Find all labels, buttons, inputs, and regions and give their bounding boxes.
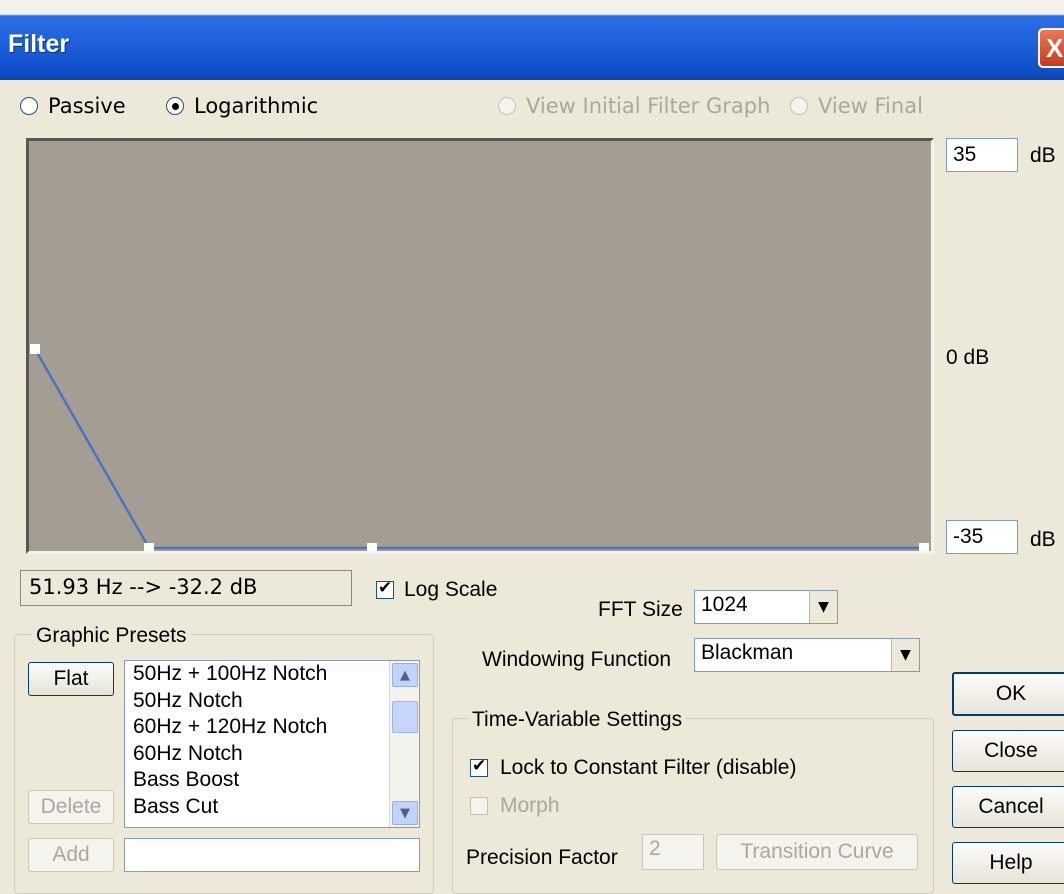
help-button[interactable]: Help — [952, 842, 1064, 884]
preset-name-input[interactable] — [124, 838, 420, 872]
top-db-unit: dB — [1030, 144, 1056, 167]
top-db-input[interactable] — [946, 138, 1018, 172]
graphic-presets-label: Graphic Presets — [32, 624, 191, 648]
flat-button[interactable]: Flat — [28, 662, 114, 696]
zero-db-label: 0 dB — [946, 346, 990, 369]
windowing-function-value: Blackman — [701, 641, 794, 664]
curve-handle[interactable] — [367, 543, 377, 551]
passive-radio-indicator[interactable] — [20, 97, 38, 115]
delete-button: Delete — [28, 790, 114, 824]
cursor-readout: 51.93 Hz --> -32.2 dB — [20, 570, 352, 606]
cancel-button[interactable]: Cancel — [952, 786, 1064, 828]
list-item[interactable]: 50Hz Notch — [125, 688, 419, 715]
view-initial-radio: View Initial Filter Graph — [498, 94, 770, 118]
time-variable-label: Time-Variable Settings — [468, 708, 687, 732]
log-scale-checkbox[interactable]: Log Scale — [376, 578, 497, 602]
view-initial-label: View Initial Filter Graph — [526, 94, 771, 118]
passive-radio[interactable]: Passive — [20, 94, 126, 118]
filter-curve-line — [33, 348, 924, 550]
fft-size-value: 1024 — [701, 593, 748, 616]
chevron-down-icon[interactable]: ▼ — [891, 639, 919, 671]
add-button: Add — [28, 838, 114, 872]
chevron-down-icon[interactable]: ▼ — [392, 801, 418, 825]
view-initial-radio-indicator — [498, 97, 516, 115]
presets-list[interactable]: 50Hz + 100Hz Notch 50Hz Notch 60Hz + 120… — [124, 660, 420, 828]
precision-factor-label: Precision Factor — [466, 846, 618, 869]
passive-radio-label: Passive — [48, 94, 126, 118]
curve-handle[interactable] — [30, 344, 40, 354]
windowing-function-select[interactable]: Blackman ▼ — [694, 638, 920, 672]
bottom-db-unit: dB — [1030, 528, 1056, 551]
list-item[interactable]: 60Hz + 120Hz Notch — [125, 714, 419, 741]
filter-curve-svg[interactable] — [29, 141, 931, 551]
list-item[interactable]: 50Hz + 100Hz Notch — [125, 661, 419, 688]
view-final-label: View Final — [818, 94, 923, 118]
close-window-button[interactable]: X — [1038, 28, 1064, 68]
view-final-radio-indicator — [790, 97, 808, 115]
precision-factor-input: 2 — [642, 834, 704, 870]
presets-scrollbar[interactable]: ▲ ▼ — [389, 661, 419, 827]
morph-label: Morph — [500, 794, 560, 817]
morph-check-indicator — [470, 797, 488, 815]
chevron-down-icon[interactable]: ▼ — [809, 591, 837, 623]
lock-constant-check-indicator[interactable] — [470, 756, 488, 777]
list-item[interactable]: 60Hz Notch — [125, 741, 419, 768]
lock-constant-label: Lock to Constant Filter (disable) — [500, 756, 797, 779]
scrollbar-thumb[interactable] — [392, 701, 418, 733]
logarithmic-radio-label: Logarithmic — [194, 94, 319, 118]
close-icon: X — [1046, 33, 1064, 63]
close-button[interactable]: Close — [952, 730, 1064, 772]
list-item[interactable]: Bass Cut — [125, 794, 419, 821]
curve-handle[interactable] — [919, 543, 929, 551]
window-title: Filter — [8, 30, 70, 58]
lock-constant-checkbox[interactable]: Lock to Constant Filter (disable) — [470, 756, 796, 780]
fft-size-select[interactable]: 1024 ▼ — [694, 590, 838, 624]
curve-handle[interactable] — [144, 543, 154, 551]
transition-curve-button: Transition Curve — [716, 834, 918, 870]
logarithmic-radio-indicator[interactable] — [166, 97, 184, 115]
log-scale-check-indicator[interactable] — [376, 578, 394, 599]
title-bar[interactable] — [0, 0, 1064, 80]
bottom-db-input[interactable] — [946, 520, 1018, 554]
windowing-function-label: Windowing Function — [482, 648, 672, 671]
view-final-radio: View Final — [790, 94, 923, 118]
log-scale-label: Log Scale — [404, 578, 498, 601]
logarithmic-radio[interactable]: Logarithmic — [166, 94, 318, 118]
filter-dialog: Filter X Passive Logarithmic View Initia… — [0, 0, 1064, 894]
chevron-up-icon[interactable]: ▲ — [392, 663, 418, 687]
ok-button[interactable]: OK — [952, 672, 1064, 716]
filter-graph[interactable] — [26, 138, 934, 554]
list-item[interactable]: Bass Boost — [125, 767, 419, 794]
fft-size-label: FFT Size — [598, 598, 683, 621]
morph-checkbox: Morph — [470, 794, 560, 818]
